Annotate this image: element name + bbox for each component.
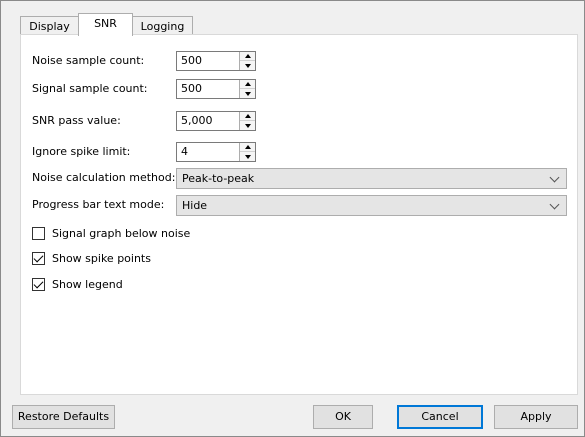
signal-sample-count-value[interactable]: 500	[181, 80, 202, 98]
noise-sample-count-label: Noise sample count:	[32, 54, 145, 67]
chevron-down-icon	[549, 199, 560, 210]
noise-sample-count-value[interactable]: 500	[181, 52, 202, 70]
snr-pass-value-label: SNR pass value:	[32, 114, 121, 127]
signal-sample-count-label: Signal sample count:	[32, 82, 148, 95]
ignore-spike-limit-spinbox[interactable]: 4	[176, 142, 256, 162]
noise-calculation-method-label: Noise calculation method:	[32, 171, 176, 184]
tab-logging[interactable]: Logging	[132, 16, 193, 35]
progress-bar-text-mode-value: Hide	[182, 199, 208, 212]
cancel-button[interactable]: Cancel	[397, 405, 483, 429]
spin-up-button[interactable]	[240, 80, 255, 89]
spin-down-button[interactable]	[240, 61, 255, 70]
tab-snr[interactable]: SNR	[78, 13, 133, 36]
noise-sample-count-spinbox[interactable]: 500	[176, 51, 256, 71]
arrow-up-icon	[244, 114, 251, 118]
checkmark-icon	[33, 252, 44, 263]
arrow-up-icon	[244, 145, 251, 149]
arrow-down-icon	[244, 154, 251, 159]
spin-down-button[interactable]	[240, 89, 255, 98]
spin-up-button[interactable]	[240, 52, 255, 61]
ok-button[interactable]: OK	[313, 405, 373, 429]
spin-up-button[interactable]	[240, 112, 255, 121]
chevron-down-icon	[549, 172, 560, 183]
ignore-spike-limit-label: Ignore spike limit:	[32, 145, 131, 158]
ignore-spike-limit-value[interactable]: 4	[181, 143, 188, 161]
progress-bar-text-mode-label: Progress bar text mode:	[32, 198, 165, 211]
spin-down-button[interactable]	[240, 152, 255, 161]
show-spike-points-label[interactable]: Show spike points	[52, 251, 151, 267]
restore-defaults-button[interactable]: Restore Defaults	[12, 405, 115, 429]
checkbox-box[interactable]	[32, 227, 45, 240]
spin-up-button[interactable]	[240, 143, 255, 152]
snr-pass-value-value[interactable]: 5,000	[181, 112, 213, 130]
arrow-down-icon	[244, 63, 251, 68]
checkmark-icon	[33, 278, 44, 289]
arrow-up-icon	[244, 82, 251, 86]
apply-button[interactable]: Apply	[494, 405, 578, 429]
signal-graph-below-noise-label[interactable]: Signal graph below noise	[52, 226, 190, 242]
signal-sample-count-spinbox[interactable]: 500	[176, 79, 256, 99]
show-legend-label[interactable]: Show legend	[52, 277, 123, 293]
spin-down-button[interactable]	[240, 121, 255, 130]
spin-buttons	[239, 80, 255, 98]
snr-pass-value-spinbox[interactable]: 5,000	[176, 111, 256, 131]
checkbox-box[interactable]	[32, 278, 45, 291]
arrow-up-icon	[244, 54, 251, 58]
arrow-down-icon	[244, 91, 251, 96]
checkbox-box[interactable]	[32, 252, 45, 265]
noise-calculation-method-dropdown[interactable]: Peak-to-peak	[176, 168, 567, 189]
arrow-down-icon	[244, 123, 251, 128]
progress-bar-text-mode-dropdown[interactable]: Hide	[176, 195, 567, 216]
settings-dialog: Display SNR Logging Noise sample count: …	[0, 0, 585, 437]
tab-display[interactable]: Display	[20, 16, 79, 35]
spin-buttons	[239, 112, 255, 130]
spin-buttons	[239, 143, 255, 161]
noise-calculation-method-value: Peak-to-peak	[182, 172, 255, 185]
spin-buttons	[239, 52, 255, 70]
